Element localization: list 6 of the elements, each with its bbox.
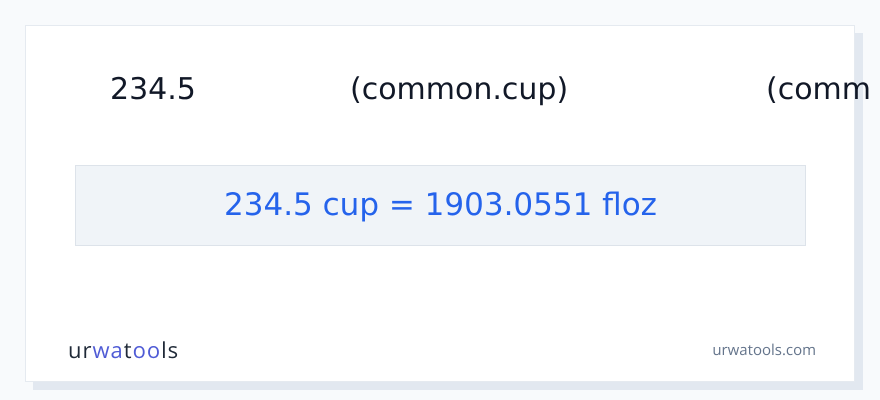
logo[interactable]: urwatools — [68, 334, 180, 367]
result-text: 234.5 cup = 1903.0551 floz — [224, 186, 657, 226]
header-text: (comm — [766, 71, 872, 109]
header-text: 234.5 — [110, 71, 197, 109]
header-text: (common.cup) — [350, 71, 570, 109]
site-link[interactable]: urwatools.com — [712, 339, 816, 362]
